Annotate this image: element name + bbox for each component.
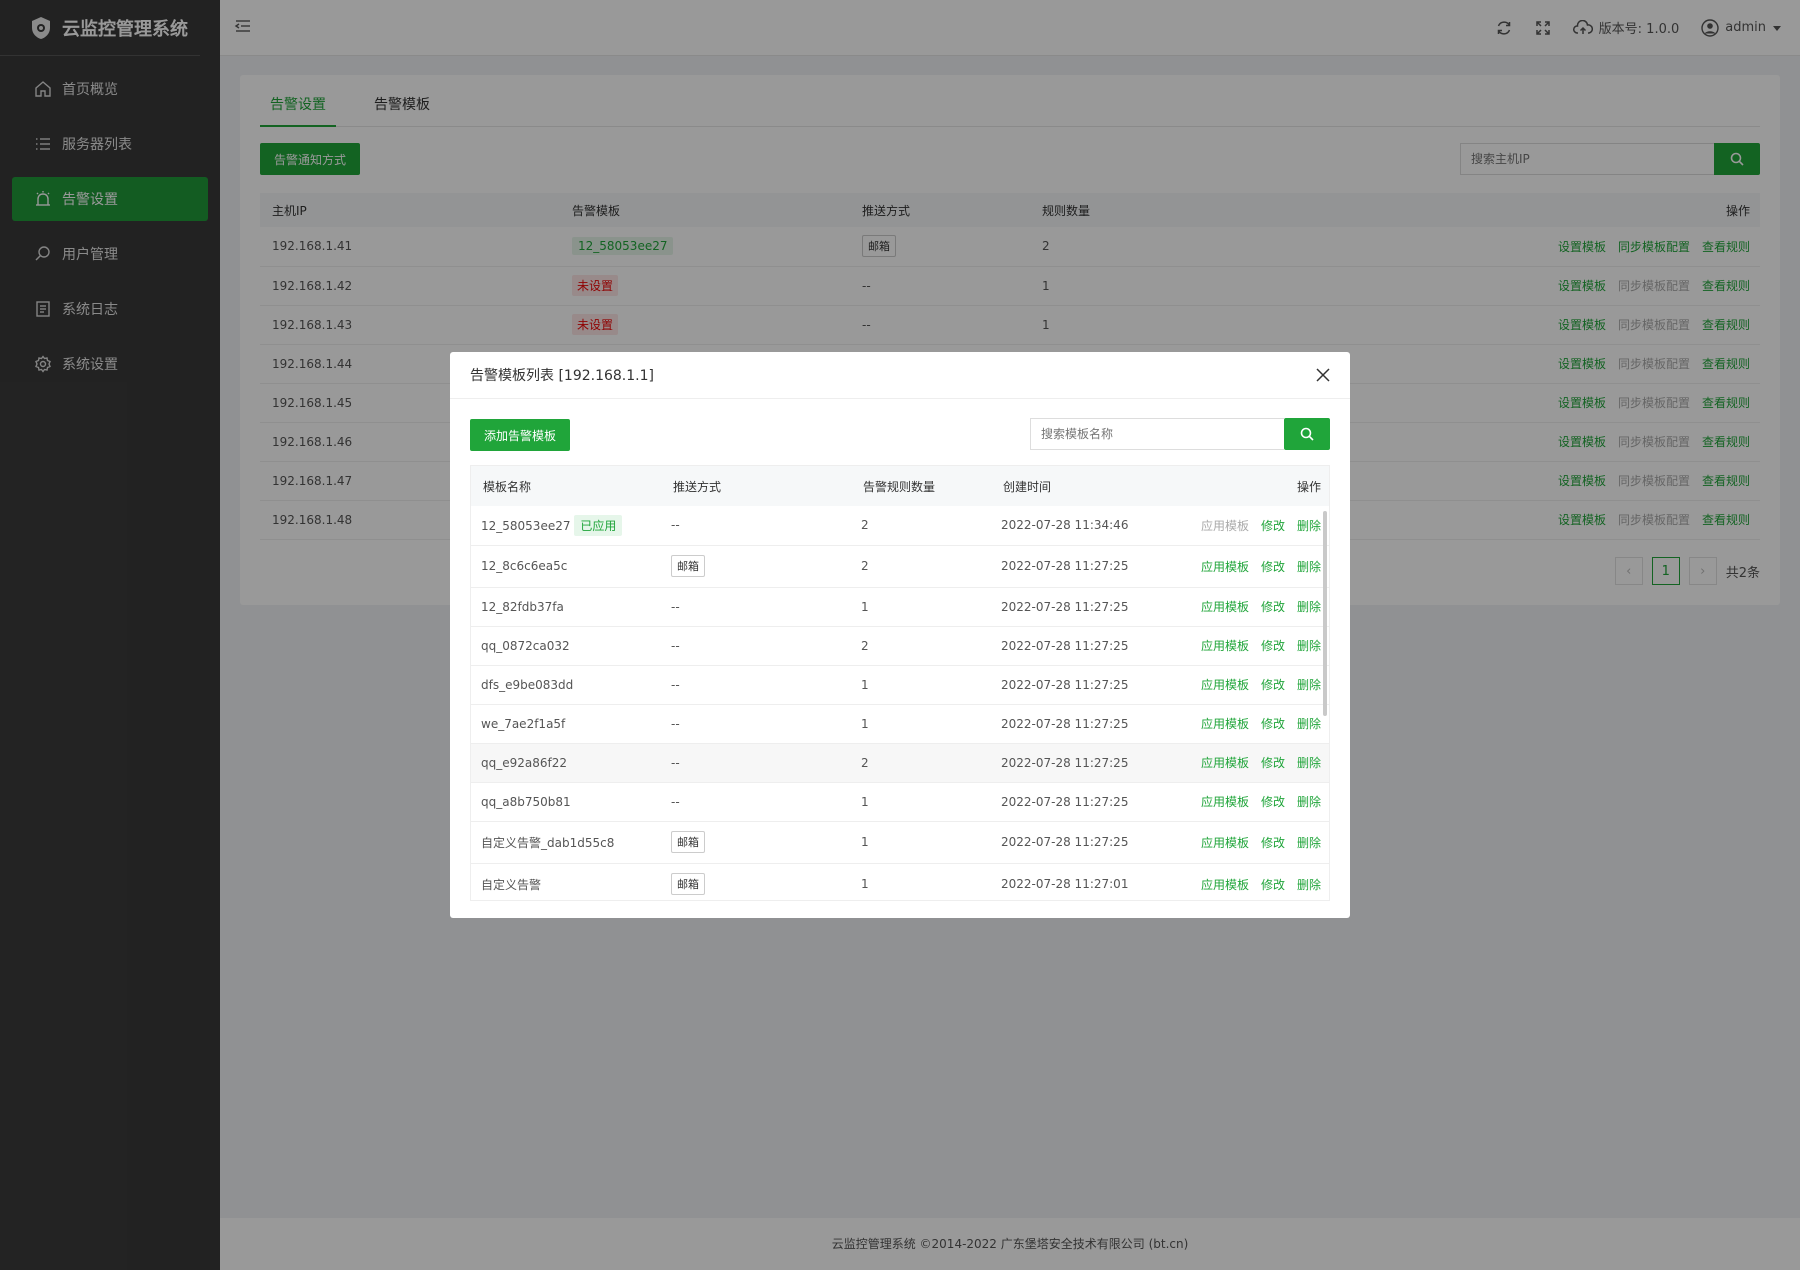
- col-template-name: 模板名称: [471, 466, 661, 506]
- created-time: 2022-07-28 11:27:25: [991, 704, 1161, 744]
- table-row: qq_e92a86f22 -- 2 2022-07-28 11:27:25 应用…: [471, 743, 1329, 783]
- add-template-button[interactable]: 添加告警模板: [470, 419, 571, 451]
- table-scrollbar[interactable]: [1323, 511, 1327, 716]
- push-value: --: [661, 704, 851, 744]
- rule-count: 1: [851, 821, 991, 864]
- created-time: 2022-07-28 11:34:46: [991, 506, 1161, 546]
- col-created: 创建时间: [991, 466, 1161, 506]
- edit-link[interactable]: 修改: [1261, 795, 1285, 809]
- edit-link[interactable]: 修改: [1261, 678, 1285, 692]
- edit-link[interactable]: 修改: [1261, 560, 1285, 574]
- created-time: 2022-07-28 11:27:25: [991, 587, 1161, 627]
- created-time: 2022-07-28 11:27:25: [991, 626, 1161, 666]
- push-tag: 邮箱: [671, 555, 705, 577]
- created-time: 2022-07-28 11:27:25: [991, 782, 1161, 822]
- created-time: 2022-07-28 11:27:25: [991, 743, 1161, 783]
- rule-count: 2: [851, 506, 991, 546]
- push-value: --: [661, 587, 851, 627]
- created-time: 2022-07-28 11:27:25: [991, 665, 1161, 705]
- push-value: --: [661, 506, 851, 546]
- push-value: --: [661, 782, 851, 822]
- template-name: 自定义告警_dab1d55c8: [471, 821, 661, 864]
- delete-link[interactable]: 删除: [1297, 678, 1321, 692]
- col-push-method: 推送方式: [661, 466, 851, 506]
- template-table-header: 模板名称 推送方式 告警规则数量 创建时间 操作: [471, 466, 1329, 506]
- delete-link[interactable]: 删除: [1297, 639, 1321, 653]
- table-row: 12_8c6c6ea5c 邮箱 2 2022-07-28 11:27:25 应用…: [471, 545, 1329, 588]
- rule-count: 1: [851, 863, 991, 900]
- delete-link[interactable]: 删除: [1297, 519, 1321, 533]
- apply-template-link[interactable]: 应用模板: [1201, 678, 1249, 692]
- template-name: 自定义告警: [471, 863, 661, 900]
- template-list-modal: 告警模板列表 [192.168.1.1] 添加告警模板 模板名称 推送方式 告警…: [450, 352, 1350, 918]
- rule-count: 2: [851, 626, 991, 666]
- edit-link[interactable]: 修改: [1261, 639, 1285, 653]
- template-search: [1030, 418, 1330, 450]
- edit-link[interactable]: 修改: [1261, 836, 1285, 850]
- table-row: dfs_e9be083dd -- 1 2022-07-28 11:27:25 应…: [471, 665, 1329, 705]
- template-name: we_7ae2f1a5f: [471, 704, 661, 744]
- rule-count: 1: [851, 782, 991, 822]
- apply-template-link[interactable]: 应用模板: [1201, 795, 1249, 809]
- apply-template-link[interactable]: 应用模板: [1201, 878, 1249, 892]
- edit-link[interactable]: 修改: [1261, 878, 1285, 892]
- col-rule-count: 告警规则数量: [851, 466, 991, 506]
- table-row: we_7ae2f1a5f -- 1 2022-07-28 11:27:25 应用…: [471, 704, 1329, 744]
- apply-template-link[interactable]: 应用模板: [1201, 560, 1249, 574]
- template-name: qq_a8b750b81: [471, 782, 661, 822]
- delete-link[interactable]: 删除: [1297, 717, 1321, 731]
- apply-template-link[interactable]: 应用模板: [1201, 717, 1249, 731]
- rule-count: 2: [851, 743, 991, 783]
- delete-link[interactable]: 删除: [1297, 560, 1321, 574]
- apply-template-link[interactable]: 应用模板: [1201, 639, 1249, 653]
- template-search-input[interactable]: [1030, 418, 1284, 450]
- template-search-button[interactable]: [1284, 418, 1330, 450]
- table-row: qq_a8b750b81 -- 1 2022-07-28 11:27:25 应用…: [471, 782, 1329, 822]
- push-value: --: [661, 665, 851, 705]
- delete-link[interactable]: 删除: [1297, 878, 1321, 892]
- table-row: 12_58053ee27 已应用 -- 2 2022-07-28 11:34:4…: [471, 506, 1329, 546]
- template-name: qq_0872ca032: [471, 626, 661, 666]
- rule-count: 2: [851, 545, 991, 588]
- push-tag: 邮箱: [671, 831, 705, 853]
- rule-count: 1: [851, 665, 991, 705]
- applied-badge: 已应用: [574, 514, 623, 536]
- edit-link[interactable]: 修改: [1261, 756, 1285, 770]
- edit-link[interactable]: 修改: [1261, 519, 1285, 533]
- created-time: 2022-07-28 11:27:25: [991, 545, 1161, 588]
- apply-template-link[interactable]: 应用模板: [1201, 600, 1249, 614]
- close-icon[interactable]: [1316, 368, 1330, 382]
- edit-link[interactable]: 修改: [1261, 600, 1285, 614]
- push-tag: 邮箱: [671, 873, 705, 895]
- search-icon: [1300, 427, 1314, 441]
- col-actions: 操作: [1161, 466, 1329, 506]
- table-row: 自定义告警 邮箱 1 2022-07-28 11:27:01 应用模板 修改 删除: [471, 863, 1329, 900]
- table-row: 12_82fdb37fa -- 1 2022-07-28 11:27:25 应用…: [471, 587, 1329, 627]
- template-table: 模板名称 推送方式 告警规则数量 创建时间 操作 12_58053ee27 已应…: [471, 466, 1329, 900]
- delete-link[interactable]: 删除: [1297, 795, 1321, 809]
- created-time: 2022-07-28 11:27:01: [991, 863, 1161, 900]
- delete-link[interactable]: 删除: [1297, 600, 1321, 614]
- template-name: 12_58053ee27: [481, 518, 571, 533]
- rule-count: 1: [851, 704, 991, 744]
- table-row: qq_0872ca032 -- 2 2022-07-28 11:27:25 应用…: [471, 626, 1329, 666]
- rule-count: 1: [851, 587, 991, 627]
- apply-template-link[interactable]: 应用模板: [1201, 756, 1249, 770]
- edit-link[interactable]: 修改: [1261, 717, 1285, 731]
- modal-title: 告警模板列表 [192.168.1.1]: [470, 368, 654, 384]
- table-row: 自定义告警_dab1d55c8 邮箱 1 2022-07-28 11:27:25…: [471, 821, 1329, 864]
- created-time: 2022-07-28 11:27:25: [991, 821, 1161, 864]
- template-table-wrap: 模板名称 推送方式 告警规则数量 创建时间 操作 12_58053ee27 已应…: [470, 465, 1330, 901]
- apply-template-link[interactable]: 应用模板: [1201, 836, 1249, 850]
- delete-link[interactable]: 删除: [1297, 836, 1321, 850]
- template-name: 12_82fdb37fa: [471, 587, 661, 627]
- delete-link[interactable]: 删除: [1297, 756, 1321, 770]
- apply-template-link[interactable]: 应用模板: [1201, 519, 1249, 533]
- template-name: qq_e92a86f22: [471, 743, 661, 783]
- push-value: --: [661, 743, 851, 783]
- template-name: dfs_e9be083dd: [471, 665, 661, 705]
- push-value: --: [661, 626, 851, 666]
- modal-header: 告警模板列表 [192.168.1.1]: [450, 352, 1350, 399]
- template-name: 12_8c6c6ea5c: [471, 545, 661, 588]
